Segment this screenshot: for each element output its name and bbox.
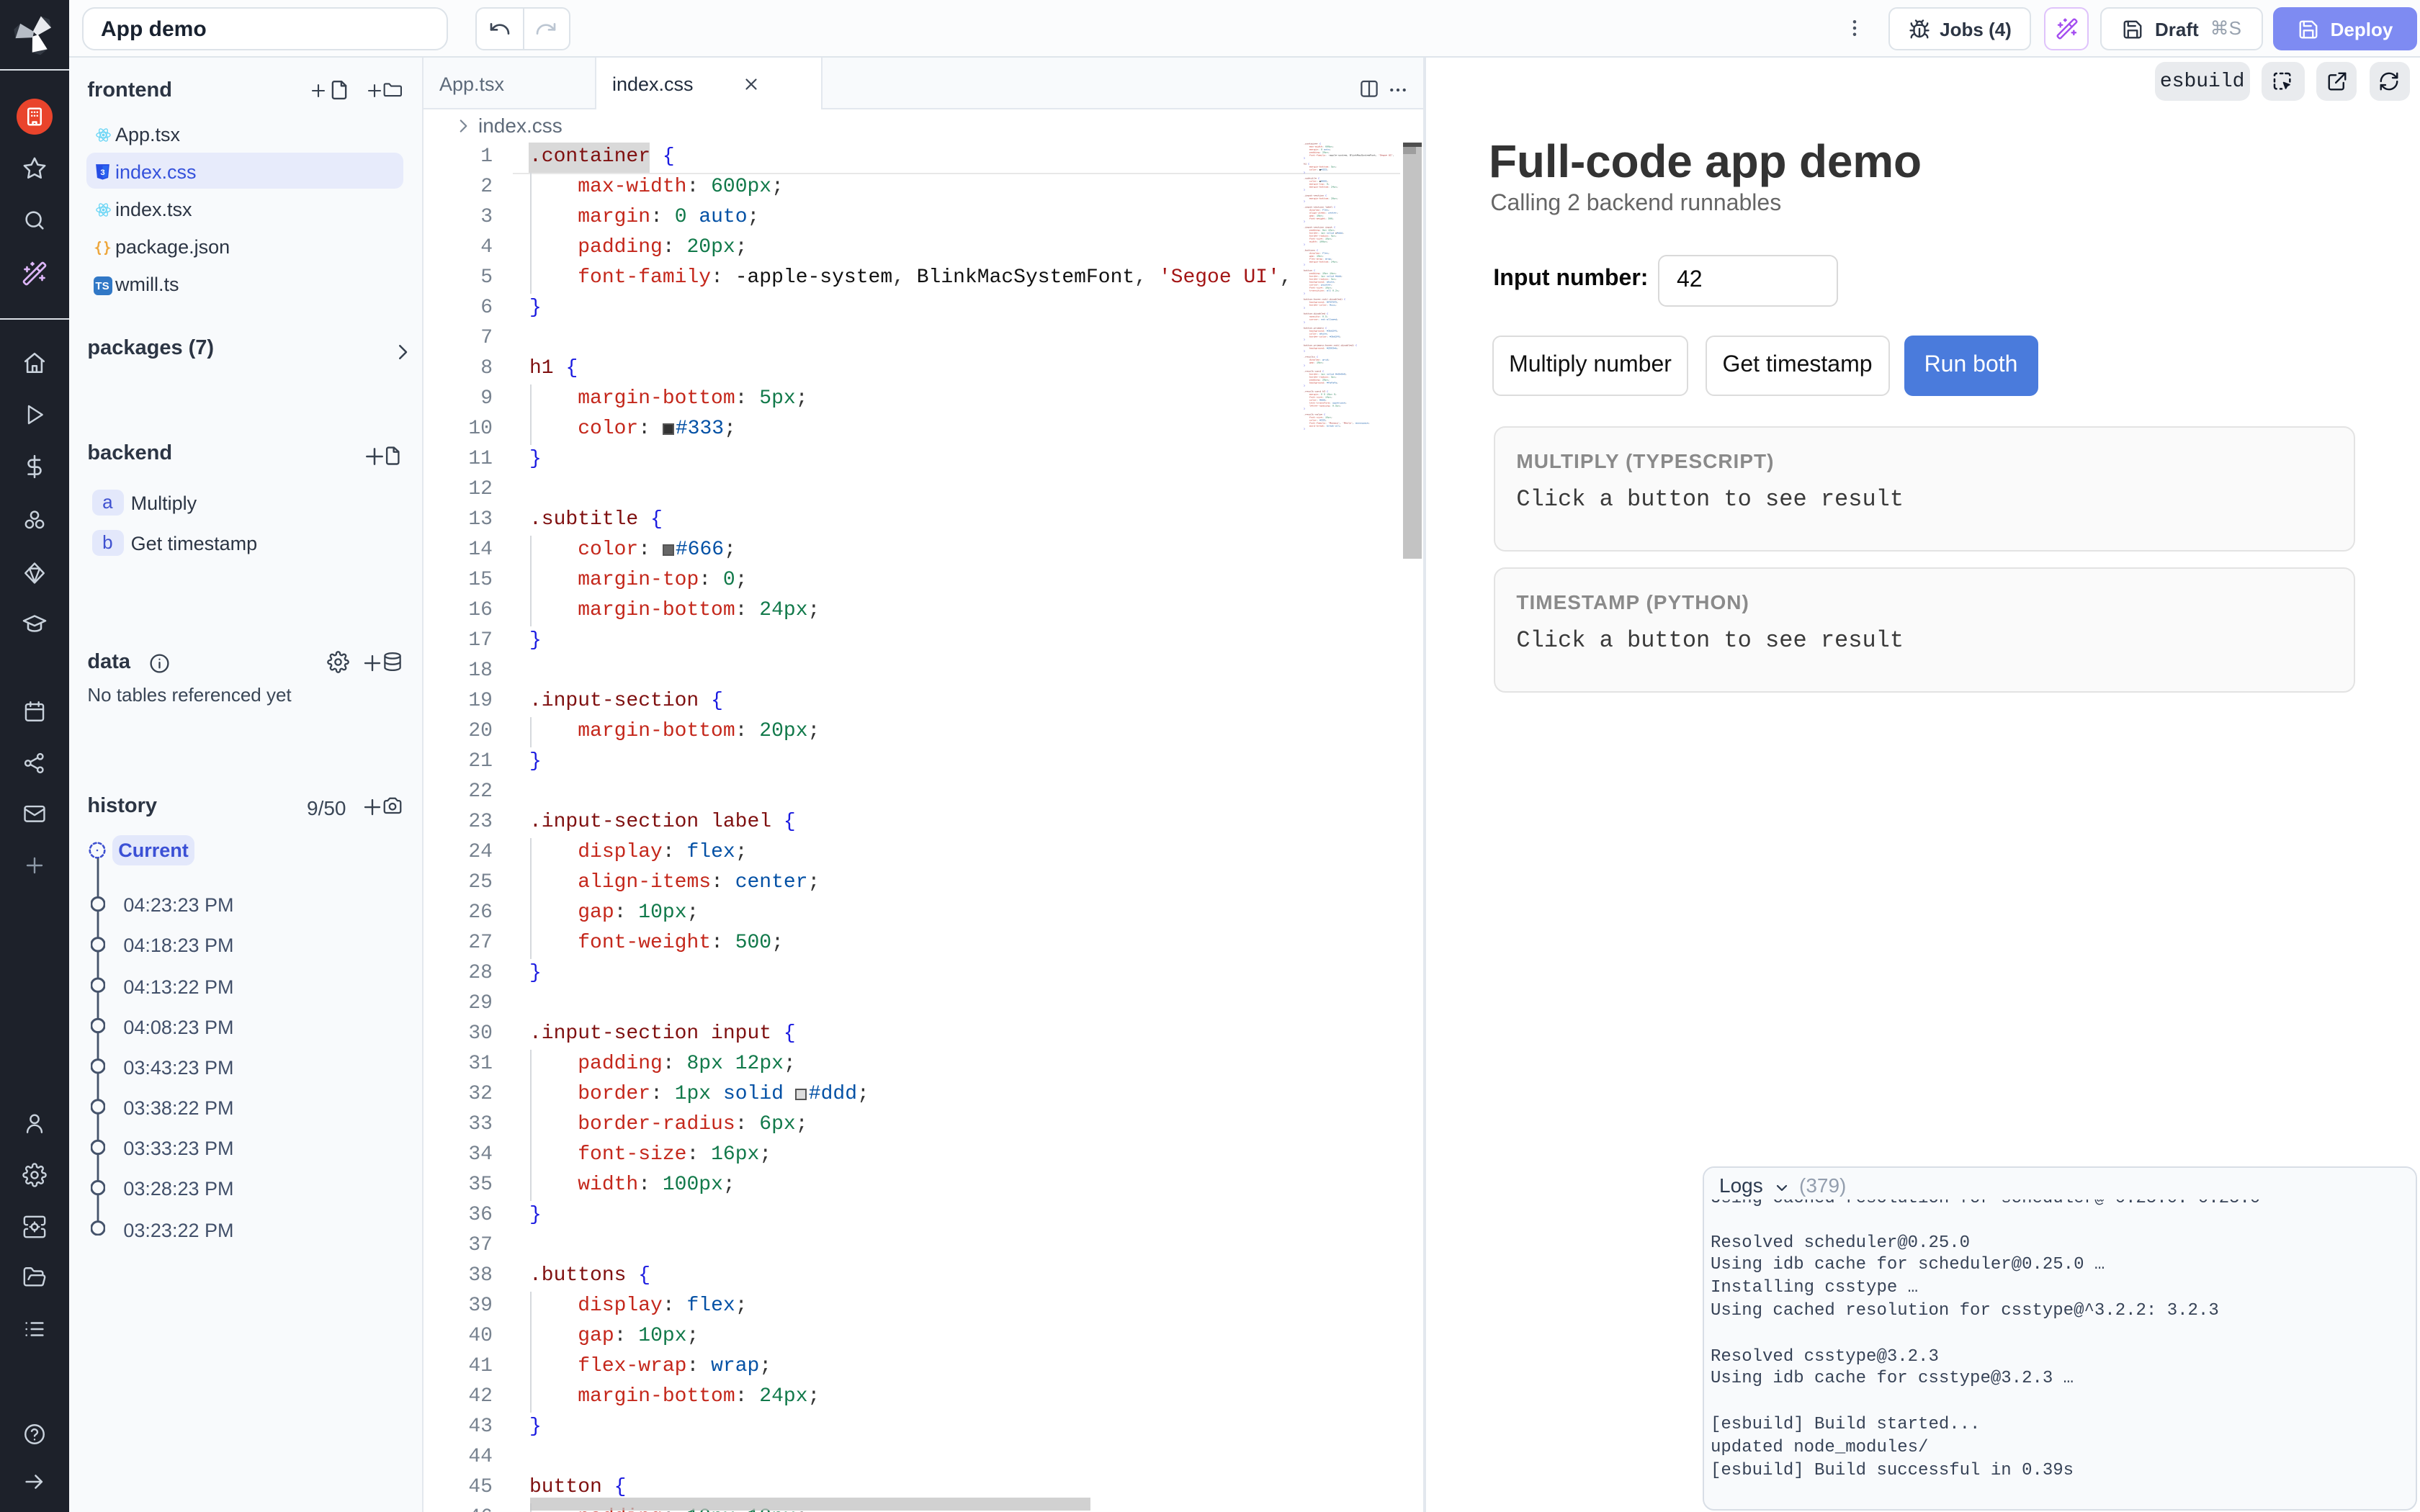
svg-text:3: 3 <box>100 168 104 176</box>
